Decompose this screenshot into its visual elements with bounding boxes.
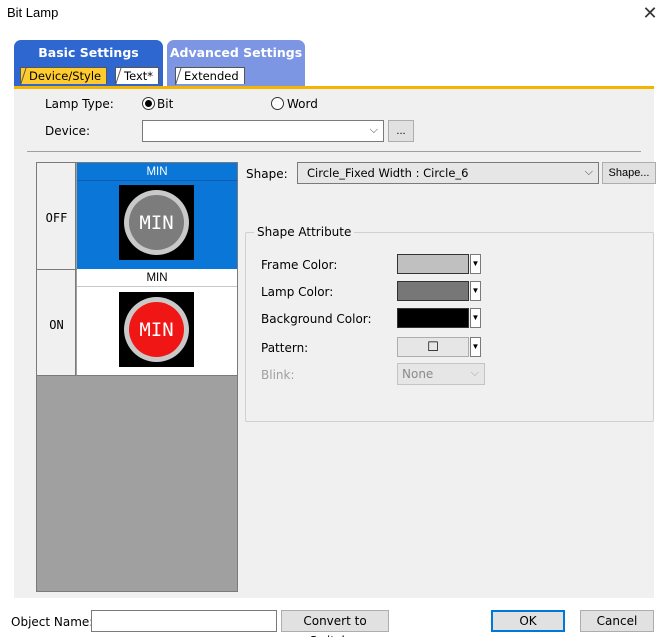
lamp-frame: MIN — [124, 297, 189, 362]
state-off-caption: MIN — [77, 163, 237, 181]
chevron-down-icon: ⌵ — [470, 367, 479, 379]
pattern-label: Pattern: — [261, 341, 309, 355]
subtab-device-style[interactable]: Device/Style — [20, 67, 108, 84]
title-bar: Bit Lamp ✕ — [0, 0, 668, 26]
state-off-cell[interactable]: MIN MIN — [77, 163, 237, 269]
background-color-swatch — [397, 308, 469, 328]
lamp-preview-on: MIN — [119, 292, 194, 367]
radio-bit-label: Bit — [157, 97, 174, 111]
background-color-label: Background Color: — [261, 312, 372, 326]
frame-color-swatch — [397, 254, 469, 274]
blink-label: Blink: — [261, 368, 295, 382]
radio-bit[interactable] — [142, 97, 155, 110]
tab-advanced-settings-label: Advanced Settings — [169, 45, 303, 60]
cancel-button[interactable]: Cancel — [580, 610, 654, 632]
state-on-cell[interactable]: MIN MIN — [77, 269, 237, 375]
dropdown-arrow-icon[interactable]: ▼ — [470, 281, 481, 301]
blink-combo: None ⌵ — [397, 363, 485, 385]
state-list: OFF ON MIN MIN MIN MIN — [36, 162, 238, 592]
separator — [27, 151, 641, 152]
lamp-on-text: MIN — [129, 302, 184, 357]
state-on-label: ON — [49, 318, 64, 332]
state-off-label: OFF — [45, 211, 68, 225]
device-combo[interactable]: ⌵ — [142, 120, 384, 142]
object-name-label: Object Name: — [11, 615, 94, 629]
dropdown-arrow-icon[interactable]: ▼ — [470, 254, 481, 274]
window-title: Bit Lamp — [7, 5, 59, 20]
tab-basic-settings-label: Basic Settings — [38, 45, 139, 60]
convert-to-switch-button[interactable]: Convert to Switch... — [281, 610, 389, 637]
dropdown-arrow-icon[interactable]: ▼ — [470, 337, 481, 357]
radio-word[interactable] — [271, 97, 284, 110]
tab-advanced-settings[interactable]: Advanced Settings Extended — [167, 40, 305, 86]
close-icon[interactable]: ✕ — [632, 0, 668, 26]
frame-color-label: Frame Color: — [261, 258, 338, 272]
lamp-type-label: Lamp Type: — [45, 97, 114, 111]
device-label: Device: — [45, 124, 91, 138]
state-divider — [37, 375, 237, 376]
subtab-text[interactable]: Text* — [115, 67, 160, 84]
object-name-input[interactable] — [91, 610, 277, 632]
shape-value: Circle_Fixed Width : Circle_6 — [307, 166, 469, 180]
shape-attribute-title: Shape Attribute — [254, 225, 355, 239]
device-browse-button[interactable]: ... — [388, 120, 414, 142]
ok-button[interactable]: OK — [491, 610, 565, 632]
pattern-swatch-icon: ☐ — [397, 337, 469, 357]
lamp-color-swatch — [397, 281, 469, 301]
state-on-caption: MIN — [77, 269, 237, 287]
radio-word-label: Word — [287, 97, 318, 111]
subtab-extended[interactable]: Extended — [175, 67, 245, 84]
tab-basic-settings[interactable]: Basic Settings Device/Style Text* — [14, 40, 163, 86]
chevron-down-icon: ⌵ — [584, 166, 593, 178]
dropdown-arrow-icon[interactable]: ▼ — [470, 308, 481, 328]
lamp-preview-off: MIN — [119, 185, 194, 260]
shape-button[interactable]: Shape... — [602, 162, 656, 184]
lamp-off-text: MIN — [129, 195, 184, 250]
shape-label: Shape: — [246, 167, 288, 181]
blink-value: None — [402, 367, 434, 381]
chevron-down-icon: ⌵ — [369, 124, 378, 136]
lamp-color-label: Lamp Color: — [261, 285, 334, 299]
shape-combo[interactable]: Circle_Fixed Width : Circle_6 ⌵ — [297, 162, 599, 184]
lamp-frame: MIN — [124, 190, 189, 255]
